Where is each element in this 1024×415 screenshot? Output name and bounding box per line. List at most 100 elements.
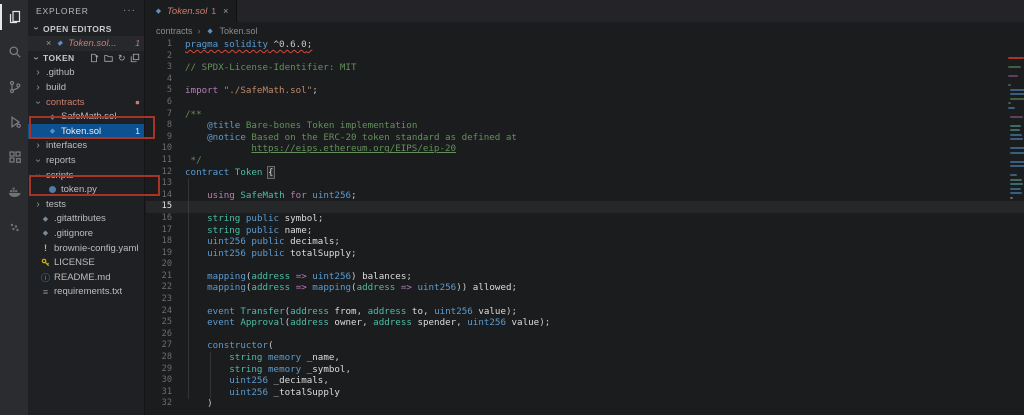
line-text: event Transfer(address from, address to,… [185,306,517,318]
item-label: build [46,82,66,93]
chevron-right-icon: › [34,82,42,93]
code-line-26[interactable]: 26 [146,329,1024,341]
line-text: /** [185,109,202,121]
tree-header-token[interactable]: › TOKEN ↻ [28,51,144,66]
code-line-32[interactable]: 32 ) [146,398,1024,410]
sidebar-item--gitignore[interactable]: ◆.gitignore [28,226,144,241]
code-line-5[interactable]: 5import "./SafeMath.sol"; [146,85,1024,97]
line-number: 18 [146,236,172,248]
code-line-11[interactable]: 11 */ [146,155,1024,167]
code-line-31[interactable]: 31 uint256 _totalSupply [146,387,1024,399]
sidebar-item-license[interactable]: LICENSE [28,255,144,270]
more-actions-icon[interactable]: ··· [123,5,136,16]
vscode-window: EXPLORER ··· › OPEN EDITORS × ◆ Token.so… [0,0,1024,415]
close-icon[interactable]: × [223,6,228,16]
source-control-icon[interactable] [0,74,28,100]
warning-file-icon: ! [41,243,50,253]
new-file-icon[interactable] [89,53,99,63]
line-number: 10 [146,143,172,155]
code-line-18[interactable]: 18 uint256 public decimals; [146,236,1024,248]
sidebar-item--github[interactable]: ›.github [28,66,144,81]
python-file-icon [48,186,57,193]
breadcrumb-folder[interactable]: contracts [156,26,193,36]
code-line-10[interactable]: 10 https://eips.ethereum.org/EIPS/eip-20 [146,143,1024,155]
code-line-8[interactable]: 8 @title Bare-bones Token implementation [146,120,1024,132]
license-key-icon [41,258,50,267]
code-line-3[interactable]: 3// SPDX-License-Identifier: MIT [146,62,1024,74]
refresh-icon[interactable]: ↻ [118,53,126,64]
line-number: 22 [146,282,172,294]
code-line-13[interactable]: 13 [146,178,1024,190]
line-number: 2 [146,51,172,63]
line-number: 3 [146,62,172,74]
line-number: 13 [146,178,172,190]
code-line-19[interactable]: 19 uint256 public totalSupply; [146,248,1024,260]
minimap-line [1008,143,1024,145]
code-line-16[interactable]: 16 string public symbol; [146,213,1024,225]
line-text: mapping(address => uint256) balances; [185,271,412,283]
code-line-22[interactable]: 22 mapping(address => mapping(address =>… [146,282,1024,294]
code-line-1[interactable]: 1pragma solidity ^0.6.0; [146,39,1024,51]
code-line-28[interactable]: 28 string memory _name, [146,352,1024,364]
code-line-21[interactable]: 21 mapping(address => uint256) balances; [146,271,1024,283]
explorer-icon[interactable] [0,4,28,30]
sidebar-item-token-py[interactable]: token.py [28,182,144,197]
open-editor-label: Token.sol... [68,38,116,49]
sidebar-item-scripts[interactable]: ›scripts [28,168,144,183]
git-file-icon: ◆ [41,215,50,223]
code-line-20[interactable]: 20 [146,259,1024,271]
tab-token-sol[interactable]: ◆ Token.sol 1 × [146,0,237,22]
sidebar-item-interfaces[interactable]: ›interfaces [28,139,144,154]
close-icon[interactable]: × [46,38,51,48]
code-line-27[interactable]: 27 constructor( [146,340,1024,352]
minimap-line [1010,161,1024,163]
item-label: requirements.txt [54,286,122,297]
code-area[interactable]: 1pragma solidity ^0.6.0;23// SPDX-Licens… [146,39,1024,415]
chevron-right-icon: › [34,140,42,151]
minimap-line [1008,57,1024,59]
sidebar-item-requirements-txt[interactable]: ≡requirements.txt [28,285,144,300]
code-line-23[interactable]: 23 [146,294,1024,306]
code-line-29[interactable]: 29 string memory _symbol, [146,364,1024,376]
sidebar-item-safemath-sol[interactable]: ◆SafeMath.sol [28,109,144,124]
code-line-15[interactable]: 15 [146,201,1024,213]
minimap[interactable] [1008,57,1024,415]
breadcrumb-separator: › [198,26,201,36]
open-editors-header[interactable]: › OPEN EDITORS [28,21,144,36]
item-label: .github [46,67,75,78]
code-line-9[interactable]: 9 @notice Based on the ERC-20 token stan… [146,132,1024,144]
code-line-25[interactable]: 25 event Approval(address owner, address… [146,317,1024,329]
sidebar-item--gitattributes[interactable]: ◆ .gitattributes [28,212,144,227]
code-line-17[interactable]: 17 string public name; [146,225,1024,237]
line-number: 12 [146,167,172,179]
line-number: 29 [146,364,172,376]
open-editor-item-token-sol[interactable]: × ◆ Token.sol... 1 [28,36,144,51]
breadcrumb[interactable]: contracts › ◆ Token.sol [146,22,1024,39]
new-folder-icon[interactable] [103,53,114,63]
item-label: .gitattributes [54,213,106,224]
code-line-14[interactable]: 14 using SafeMath for uint256; [146,190,1024,202]
test-explorer-icon[interactable] [0,214,28,240]
extensions-icon[interactable] [0,144,28,170]
sidebar-item-tests[interactable]: ›tests [28,197,144,212]
sidebar-item-token-sol[interactable]: ◆Token.sol1 [28,124,144,139]
code-line-7[interactable]: 7/** [146,109,1024,121]
docker-icon[interactable] [0,179,28,205]
sidebar-item-readme-md[interactable]: ⓘREADME.md [28,270,144,285]
sidebar-item-brownie-config-yaml[interactable]: !brownie-config.yaml [28,241,144,256]
breadcrumb-file[interactable]: Token.sol [220,26,258,36]
collapse-all-icon[interactable] [130,53,140,63]
search-icon[interactable] [0,39,28,65]
sidebar-item-contracts[interactable]: ›contracts● [28,95,144,110]
code-line-2[interactable]: 2 [146,51,1024,63]
code-line-24[interactable]: 24 event Transfer(address from, address … [146,306,1024,318]
run-debug-icon[interactable] [0,109,28,135]
code-line-12[interactable]: 12contract Token { [146,167,1024,179]
code-line-30[interactable]: 30 uint256 _decimals, [146,375,1024,387]
sidebar-item-reports[interactable]: ›reports [28,153,144,168]
code-line-4[interactable]: 4 [146,74,1024,86]
item-label: .gitignore [54,228,93,239]
minimap-line [1008,156,1024,158]
code-line-6[interactable]: 6 [146,97,1024,109]
sidebar-item-build[interactable]: › build [28,80,144,95]
